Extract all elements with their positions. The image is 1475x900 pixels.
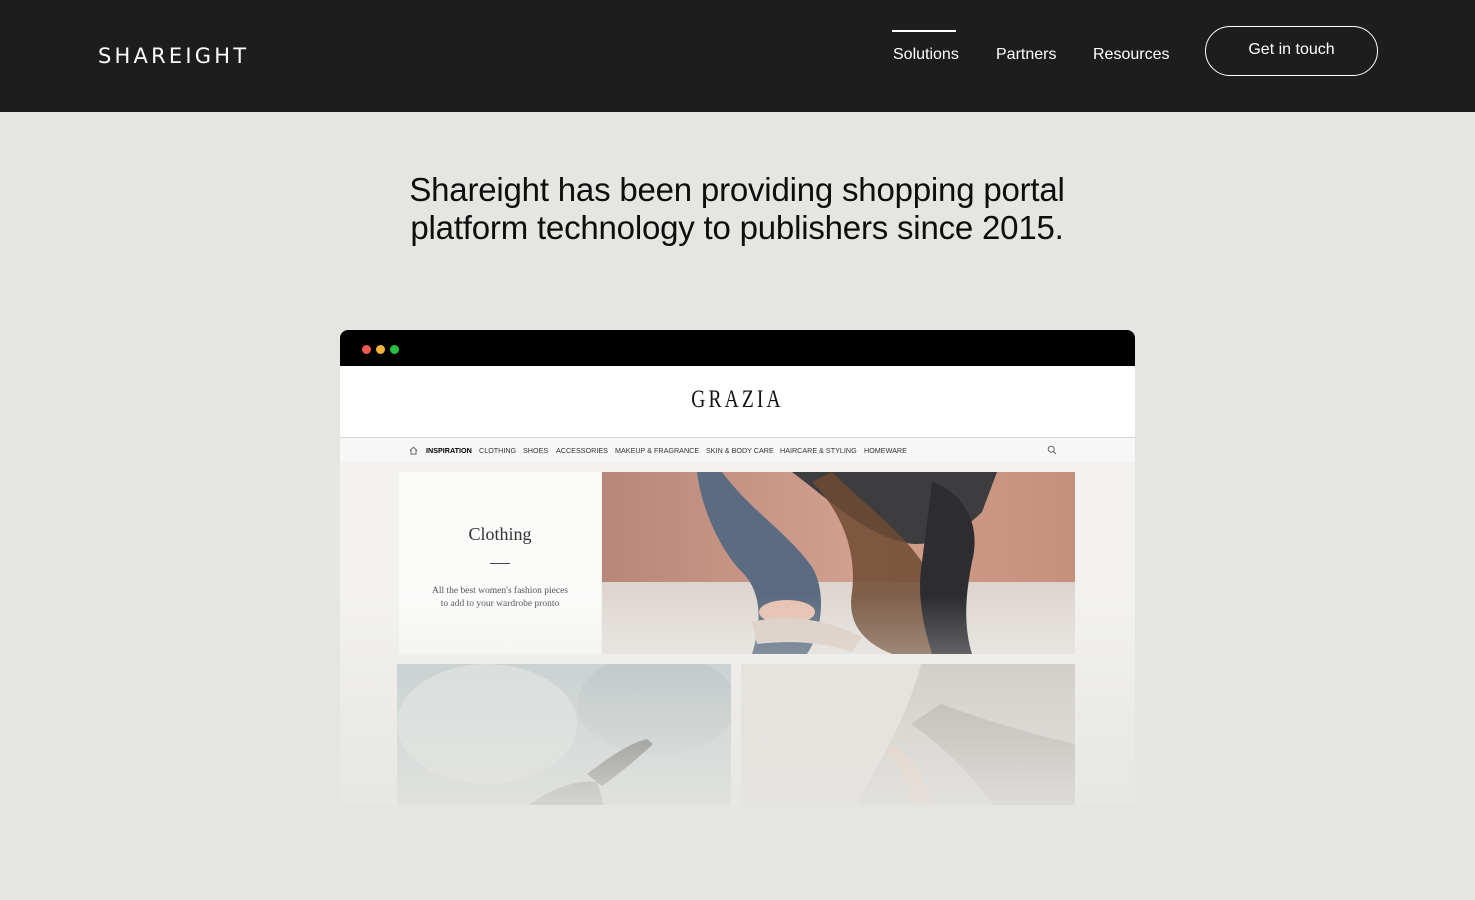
shareight-logo[interactable]: SHAREIGHT [98, 44, 249, 68]
hero-headline-line-1: Shareight has been providing shopping po… [409, 171, 1065, 208]
category-title: Clothing [468, 524, 532, 544]
knitwear-thumbnail-image [741, 664, 1075, 805]
grazia-logo: GRAZIA [691, 386, 784, 413]
window-minimize-dot [376, 345, 385, 354]
fashion-hero-image [602, 472, 1075, 654]
nav-resources[interactable]: Resources [1093, 46, 1169, 64]
category-description-line-2: to add to your wardrobe pronto [440, 599, 560, 609]
nav-active-indicator [892, 30, 956, 32]
mockup-nav: INSPIRATION CLOTHING SHOES ACCESSORIES M… [340, 438, 1135, 462]
home-icon [409, 446, 418, 455]
mockup-nav-homeware: HOMEWARE [864, 446, 907, 455]
mockup-masthead: GRAZIA [340, 366, 1135, 438]
shoe-thumbnail-image [397, 664, 731, 805]
category-description: All the best women's fashion pieces to a… [415, 585, 585, 611]
window-maximize-dot [390, 345, 399, 354]
mockup-nav-inspiration: INSPIRATION [426, 446, 472, 455]
nav-partners[interactable]: Partners [996, 46, 1056, 64]
nav-solutions[interactable]: Solutions [893, 46, 959, 64]
category-divider [490, 563, 510, 564]
mockup-nav-accessories: ACCESSORIES [556, 446, 608, 455]
mockup-nav-haircare: HAIRCARE & STYLING [780, 446, 857, 455]
hero-headline: Shareight has been providing shopping po… [337, 171, 1137, 247]
mockup-page: GRAZIA INSPIRATION CLOTHING SHOES ACCESS… [340, 366, 1135, 805]
category-panel: Clothing All the best women's fashion pi… [399, 472, 601, 654]
mockup-nav-skincare: SKIN & BODY CARE [706, 446, 774, 455]
search-icon [1047, 445, 1057, 455]
mockup-nav-clothing: CLOTHING [479, 446, 517, 455]
category-description-line-1: All the best women's fashion pieces [431, 586, 568, 596]
hero-headline-line-2: platform technology to publishers since … [410, 209, 1064, 246]
mockup-nav-shoes: SHOES [523, 446, 549, 455]
get-in-touch-button[interactable]: Get in touch [1205, 26, 1378, 76]
window-close-dot [362, 345, 371, 354]
browser-title-bar [340, 330, 1135, 366]
mockup-nav-makeup: MAKEUP & FRAGRANCE [615, 446, 700, 455]
browser-mockup: GRAZIA INSPIRATION CLOTHING SHOES ACCESS… [340, 330, 1135, 805]
site-header: SHAREIGHT Solutions Partners Resources G… [0, 0, 1475, 112]
